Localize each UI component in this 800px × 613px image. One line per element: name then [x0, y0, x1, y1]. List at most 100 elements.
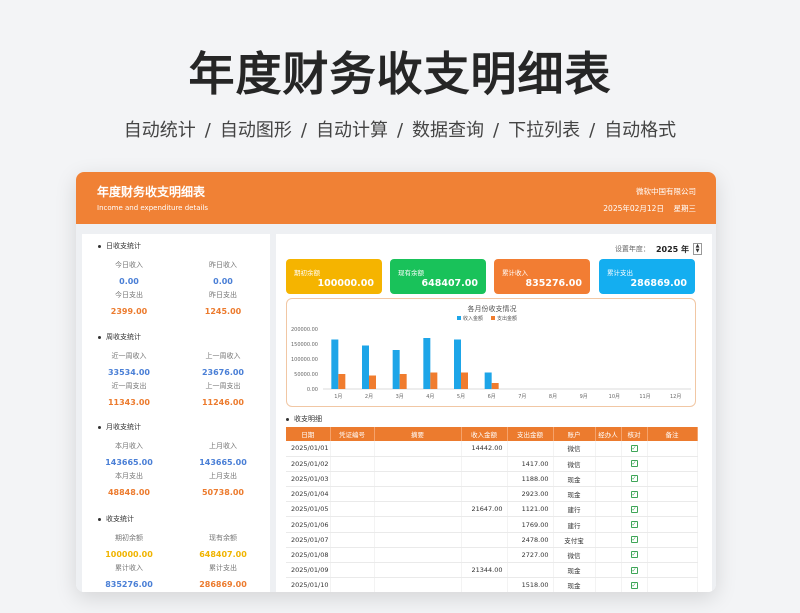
stat-cell: 昨日收入 0.00: [176, 260, 270, 286]
column-header[interactable]: 收入金额: [461, 427, 508, 441]
checkbox-checked-icon[interactable]: ✓: [630, 521, 638, 529]
column-header[interactable]: 凭证编号: [330, 427, 375, 441]
cell-expense: 1188.00: [507, 471, 554, 488]
column-header[interactable]: 支出金额: [507, 427, 554, 441]
checkbox-checked-icon[interactable]: ✓: [630, 566, 638, 574]
summary-label: 累计收入: [502, 269, 528, 277]
y-tick-label: 50000.00: [294, 372, 318, 378]
cell-voucher: [330, 532, 375, 548]
stat-label: 近一周收入: [111, 352, 147, 360]
stat-cell: 上月收入 143665.00: [176, 441, 270, 467]
stat-value: 11246.00: [201, 398, 244, 407]
year-value[interactable]: 2025 年: [656, 244, 689, 255]
cell-date: 2025/01/10: [286, 577, 331, 592]
table-row[interactable]: 2025/01/09 21344.00 现金 ✓: [286, 562, 698, 579]
spin-down-icon[interactable]: ▼: [696, 249, 700, 254]
checkbox-checked-icon[interactable]: ✓: [630, 551, 638, 559]
checkbox-checked-icon[interactable]: ✓: [630, 490, 638, 498]
legend-swatch: [457, 316, 461, 320]
stat-cell: 期初余额 100000.00: [82, 533, 176, 559]
stat-label: 期初余额: [115, 534, 143, 542]
table-row[interactable]: 2025/01/08 2727.00 微信 ✓: [286, 547, 698, 564]
cell-expense: 1769.00: [507, 516, 554, 533]
chart-bar: [392, 350, 400, 389]
cell-check[interactable]: ✓: [621, 501, 648, 518]
cell-check[interactable]: ✓: [621, 547, 648, 564]
table-row[interactable]: 2025/01/06 1769.00 建行 ✓: [286, 516, 698, 533]
cell-income: [461, 577, 508, 592]
stat-label: 近一周支出: [111, 382, 147, 390]
detail-table: 日期 凭证编号 摘要 收入金额 支出金额 账户 经办人 核对 备注 2025/01/01 1444…: [286, 427, 698, 592]
cell-check[interactable]: ✓: [621, 562, 648, 579]
cell-handler: [595, 471, 622, 488]
cell-income: 21647.00: [461, 501, 508, 518]
checkbox-checked-icon[interactable]: ✓: [630, 460, 638, 468]
cell-income: [461, 471, 508, 488]
cell-expense: [507, 562, 554, 579]
table-row[interactable]: 2025/01/02 1417.00 微信 ✓: [286, 456, 698, 472]
table-row[interactable]: 2025/01/10 1518.00 现金 ✓: [286, 577, 698, 592]
cell-remark: [647, 456, 698, 472]
cell-expense: 1417.00: [507, 456, 554, 472]
cell-summary: [374, 441, 462, 457]
cell-check[interactable]: ✓: [621, 456, 648, 472]
stat-cell: 本月支出 48848.00: [82, 471, 176, 497]
stat-value: 33534.00: [107, 368, 150, 377]
cell-check[interactable]: ✓: [621, 486, 648, 503]
hero-title: 年度财务收支明细表: [188, 47, 612, 101]
cell-voucher: [330, 456, 375, 472]
cell-remark: [647, 441, 698, 457]
stat-label: 上月收入: [209, 442, 237, 450]
cell-expense: 2727.00: [507, 547, 554, 564]
table-row[interactable]: 2025/01/07 2478.00 支付宝 ✓: [286, 532, 698, 548]
cell-check[interactable]: ✓: [621, 471, 648, 488]
cell-date: 2025/01/05: [286, 501, 331, 518]
table-row[interactable]: 2025/01/01 14442.00 微信 ✓: [286, 441, 698, 457]
table-row[interactable]: 2025/01/04 2923.00 现金 ✓: [286, 486, 698, 503]
year-label: 设置年度：: [614, 245, 650, 253]
checkbox-checked-icon[interactable]: ✓: [630, 536, 638, 544]
cell-check[interactable]: ✓: [621, 516, 648, 533]
column-header[interactable]: 核对: [621, 427, 648, 441]
cell-handler: [595, 441, 622, 457]
x-tick-label: 10月: [609, 394, 620, 400]
cell-expense: [507, 441, 554, 457]
column-header[interactable]: 账户: [553, 427, 596, 441]
cell-date: 2025/01/06: [286, 516, 331, 533]
year-spinner[interactable]: ▲ ▼: [693, 243, 702, 255]
table-row[interactable]: 2025/01/03 1188.00 现金 ✓: [286, 471, 698, 488]
stat-section: 周收支统计 近一周收入 33534.00 上一周收入 23676.00 近一周支出 1134…: [82, 332, 270, 417]
chart-bar: [461, 372, 468, 389]
table-row[interactable]: 2025/01/05 21647.00 1121.00 建行 ✓: [286, 501, 698, 518]
cell-check[interactable]: ✓: [621, 577, 648, 592]
feature-item: 自动统计: [123, 120, 196, 141]
cell-check[interactable]: ✓: [621, 441, 648, 457]
chart-bar: [423, 338, 431, 389]
stat-cell: 上月支出 50738.00: [176, 471, 270, 497]
legend-label: 收入金额: [463, 315, 483, 322]
chart-bar: [430, 372, 438, 389]
chart-bar: [362, 345, 369, 389]
cell-check[interactable]: ✓: [621, 532, 648, 548]
cell-summary: [374, 456, 462, 472]
cell-voucher: [330, 486, 375, 503]
stat-cell: 本月收入 143665.00: [82, 441, 176, 467]
checkbox-checked-icon[interactable]: ✓: [630, 581, 638, 589]
checkbox-checked-icon[interactable]: ✓: [630, 505, 638, 513]
stat-label: 现有余额: [209, 534, 237, 542]
stat-value: 143665.00: [199, 458, 247, 467]
card-title: 年度财务收支明细表: [97, 185, 206, 199]
column-header[interactable]: 备注: [647, 427, 698, 441]
column-header[interactable]: 经办人: [595, 427, 622, 441]
x-tick-label: 1月: [334, 394, 342, 400]
stat-cell: 累计收入 835276.00: [82, 563, 176, 589]
y-tick-label: 0.00: [307, 387, 318, 393]
column-header[interactable]: 日期: [286, 427, 331, 441]
x-tick-label: 6月: [488, 394, 496, 400]
stat-label: 昨日收入: [209, 261, 237, 269]
column-header[interactable]: 摘要: [374, 427, 462, 441]
checkbox-checked-icon[interactable]: ✓: [630, 444, 638, 452]
checkbox-checked-icon[interactable]: ✓: [630, 475, 638, 483]
stat-section-title: 周收支统计: [98, 332, 141, 342]
summary-label: 现有余额: [398, 269, 424, 277]
